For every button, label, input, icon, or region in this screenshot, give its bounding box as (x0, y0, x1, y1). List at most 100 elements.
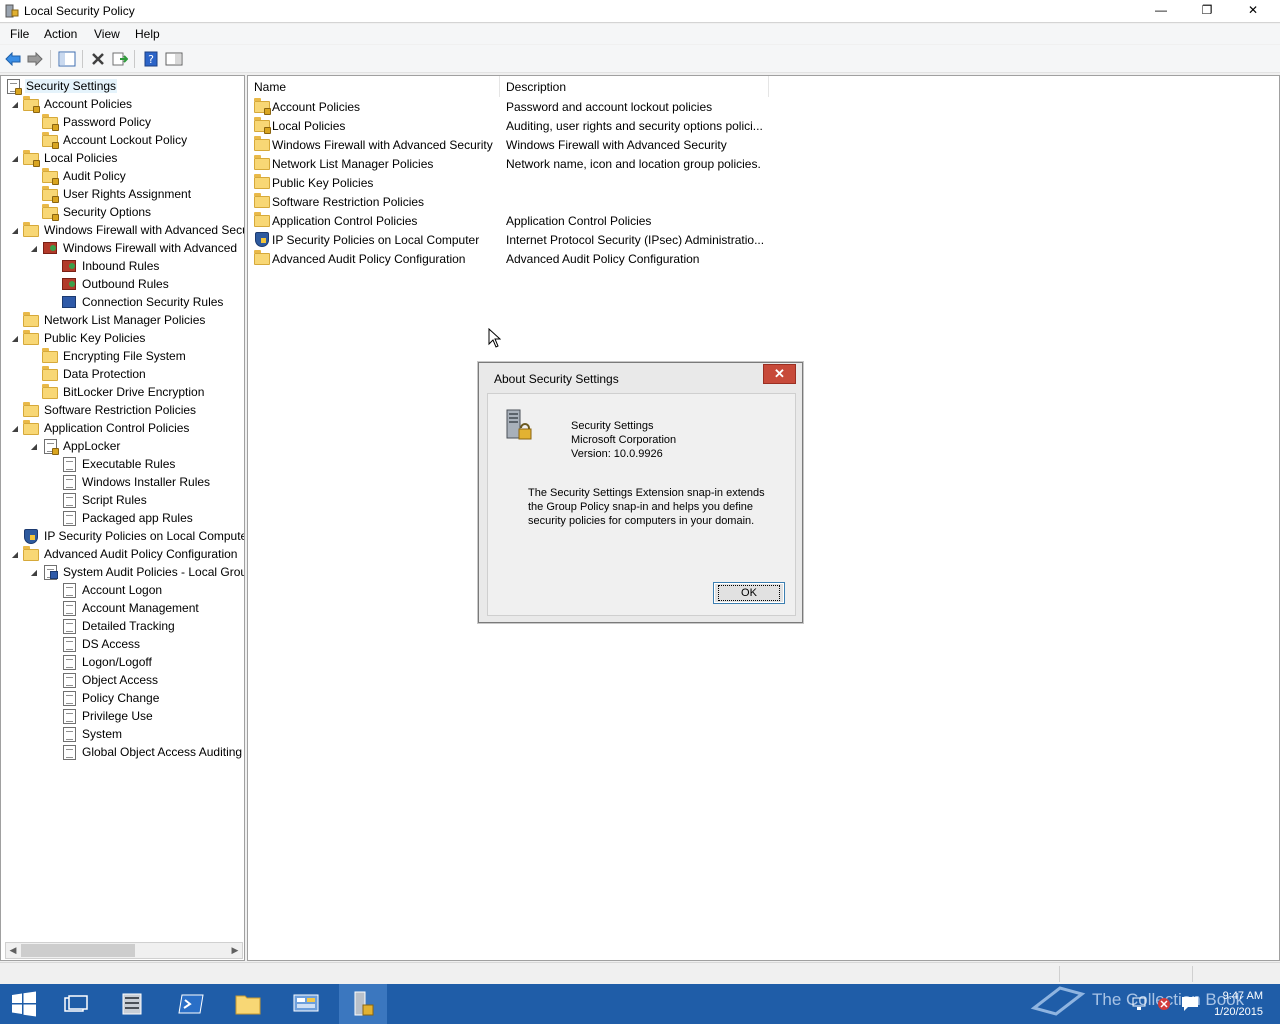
tree-expander-icon[interactable]: ◢ (10, 334, 20, 343)
menu-help[interactable]: Help (135, 27, 160, 41)
scroll-right-icon[interactable]: ▶ (228, 943, 242, 958)
maximize-button[interactable]: ❐ (1184, 0, 1230, 22)
tree-horizontal-scrollbar[interactable]: ◀ ▶ (5, 942, 243, 959)
tree-expander-icon[interactable]: ◢ (29, 442, 39, 451)
clock-time[interactable]: 9:47 AM (1200, 990, 1263, 1002)
tree-item[interactable]: Windows Installer Rules (48, 473, 211, 491)
close-window-button[interactable]: ✕ (1230, 0, 1276, 22)
tree-item[interactable]: IP Security Policies on Local Compute (10, 527, 244, 545)
menu-file[interactable]: File (10, 27, 29, 41)
show-hide-tree-icon[interactable] (57, 49, 77, 69)
tree-item[interactable]: Logon/Logoff (48, 653, 153, 671)
scroll-left-icon[interactable]: ◀ (6, 943, 20, 958)
file-explorer-icon[interactable] (224, 984, 272, 1024)
list-row[interactable]: IP Security Policies on Local Computer In… (252, 230, 1022, 249)
tree-item[interactable]: ◢ System Audit Policies - Local Grou (29, 563, 244, 581)
list-row[interactable]: Application Control Policies Application … (252, 211, 1022, 230)
tree-item[interactable]: Account Management (48, 599, 200, 617)
network-tray-icon[interactable] (1131, 996, 1147, 1012)
help-icon[interactable]: ? (141, 49, 161, 69)
tree-item[interactable]: Security Settings (5, 77, 118, 95)
tree-item[interactable]: Connection Security Rules (48, 293, 224, 311)
tree-item[interactable]: ◢ Application Control Policies (10, 419, 190, 437)
tree-item[interactable]: BitLocker Drive Encryption (29, 383, 205, 401)
tree-item[interactable]: Policy Change (48, 689, 160, 707)
powershell-icon[interactable] (167, 984, 215, 1024)
notification-icon[interactable] (1181, 996, 1199, 1012)
list-row[interactable]: Public Key Policies (252, 173, 1022, 192)
audit-category-icon (61, 601, 77, 616)
menu-view[interactable]: View (94, 27, 120, 41)
tree-item[interactable]: ◢ Account Policies (10, 95, 133, 113)
tree-item[interactable]: Data Protection (29, 365, 147, 383)
tree-item[interactable]: ◢ Public Key Policies (10, 329, 146, 347)
dialog-description: The Security Settings Extension snap-in … (528, 487, 765, 527)
list-row[interactable]: Local Policies Auditing, user rights and … (252, 116, 1022, 135)
tree-expander-icon[interactable]: ◢ (10, 100, 20, 109)
minimize-button[interactable]: — (1138, 0, 1184, 22)
list-row-description: Password and account lockout policies (506, 100, 713, 114)
clock-date[interactable]: 1/20/2015 (1200, 1006, 1263, 1018)
dialog-product-name: Security Settings (571, 420, 654, 432)
tree-item[interactable]: User Rights Assignment (29, 185, 192, 203)
tree-expander-icon[interactable]: ◢ (10, 424, 20, 433)
action-center-alert-icon[interactable] (1157, 997, 1171, 1011)
tree-item[interactable]: Global Object Access Auditing (48, 743, 243, 761)
export-list-icon[interactable] (110, 49, 130, 69)
tree-item[interactable]: ◢ Windows Firewall with Advanced (29, 239, 238, 257)
column-header-description[interactable]: Description (500, 76, 769, 97)
ipsec-icon (23, 529, 39, 544)
tree-item[interactable]: Audit Policy (29, 167, 127, 185)
tree-item[interactable]: Account Logon (48, 581, 163, 599)
properties-pane-icon[interactable] (164, 49, 184, 69)
tree-item[interactable]: Security Options (29, 203, 152, 221)
list-row[interactable]: Software Restriction Policies (252, 192, 1022, 211)
tree-item[interactable]: System (48, 725, 123, 743)
menu-action[interactable]: Action (44, 27, 77, 41)
forward-icon[interactable] (25, 49, 45, 69)
firewall-icon (61, 259, 77, 273)
tree-item[interactable]: Privilege Use (48, 707, 154, 725)
tree-item[interactable]: Outbound Rules (48, 275, 170, 293)
list-row[interactable]: Account Policies Password and account loc… (252, 97, 1022, 116)
tree-expander-icon[interactable]: ◢ (29, 568, 39, 577)
dialog-company: Microsoft Corporation (571, 434, 677, 446)
tree-item[interactable]: Packaged app Rules (48, 509, 194, 527)
control-panel-icon[interactable] (282, 984, 330, 1024)
tree-item[interactable]: ◢ Advanced Audit Policy Configuration (10, 545, 238, 563)
console-tree[interactable]: ◀ ▶ Security Settings ◢ Account Policies Pa… (0, 75, 245, 961)
local-security-policy-icon[interactable] (339, 984, 387, 1024)
dialog-close-button[interactable]: ✕ (763, 364, 796, 384)
list-row-name: Local Policies (272, 119, 346, 133)
tree-item[interactable]: Account Lockout Policy (29, 131, 188, 149)
tree-item[interactable]: ◢ Windows Firewall with Advanced Secu (10, 221, 244, 239)
tree-item[interactable]: Executable Rules (48, 455, 176, 473)
tree-expander-icon[interactable]: ◢ (10, 550, 20, 559)
server-manager-icon[interactable] (109, 984, 157, 1024)
tree-item[interactable]: Inbound Rules (48, 257, 160, 275)
list-row[interactable]: Advanced Audit Policy Configuration Advan… (252, 249, 1022, 268)
list-row[interactable]: Network List Manager Policies Network nam… (252, 154, 1022, 173)
list-row[interactable]: Windows Firewall with Advanced Security W… (252, 135, 1022, 154)
task-view-icon[interactable] (52, 984, 100, 1024)
tree-item[interactable]: Password Policy (29, 113, 152, 131)
scroll-thumb[interactable] (21, 944, 135, 957)
tree-item[interactable]: Object Access (48, 671, 159, 689)
tree-item[interactable]: Script Rules (48, 491, 148, 509)
tree-expander-icon[interactable]: ◢ (10, 154, 20, 163)
tree-item[interactable]: Detailed Tracking (48, 617, 176, 635)
tree-item[interactable]: Encrypting File System (29, 347, 187, 365)
tree-item[interactable]: Network List Manager Policies (10, 311, 206, 329)
window-titlebar[interactable]: Local Security Policy — ❐ ✕ (0, 0, 1280, 23)
tree-item[interactable]: ◢ Local Policies (10, 149, 118, 167)
start-icon[interactable] (0, 984, 48, 1024)
tree-item[interactable]: DS Access (48, 635, 141, 653)
tree-item[interactable]: Software Restriction Policies (10, 401, 197, 419)
delete-icon[interactable] (88, 49, 108, 69)
tree-item[interactable]: ◢ AppLocker (29, 437, 121, 455)
tree-expander-icon[interactable]: ◢ (10, 226, 20, 235)
ok-button[interactable]: OK (713, 582, 785, 604)
tree-expander-icon[interactable]: ◢ (29, 244, 39, 253)
column-header-name[interactable]: Name (248, 76, 500, 97)
back-icon[interactable] (3, 49, 23, 69)
